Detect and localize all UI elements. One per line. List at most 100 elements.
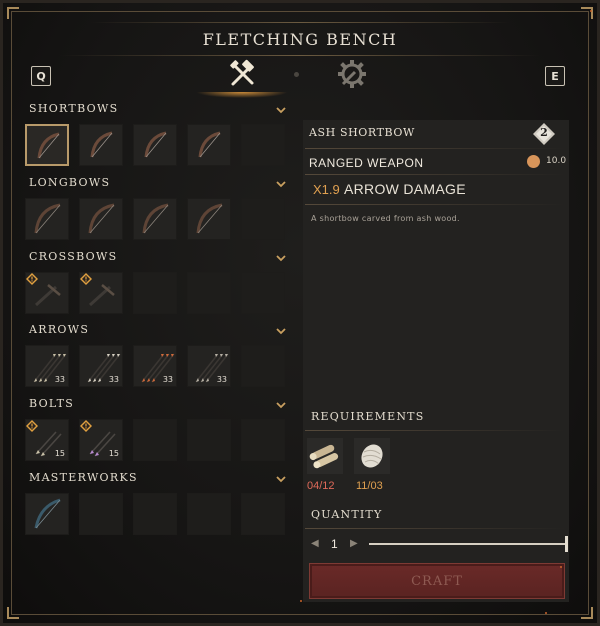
chevron-down-icon[interactable] [276, 253, 286, 263]
wool-bundle-icon [361, 444, 383, 468]
ember-particle [300, 600, 302, 602]
longbow-icon [88, 203, 115, 234]
item-slot[interactable] [79, 272, 123, 314]
empty-item-slot [241, 493, 285, 535]
item-slot[interactable]: 15 [79, 419, 123, 461]
shortbow-icon [37, 132, 60, 159]
quantity-slider[interactable] [369, 543, 567, 545]
detail-divider [305, 148, 565, 149]
tab-upgrade[interactable] [334, 56, 370, 92]
stat-name: ARROW DAMAGE [344, 181, 466, 197]
warning-icon [26, 420, 38, 432]
requirements-divider [305, 430, 565, 431]
chevron-down-icon[interactable] [276, 326, 286, 336]
next-tab-key[interactable]: E [545, 66, 565, 86]
frame-corner [581, 7, 593, 19]
empty-item-slot [187, 419, 231, 461]
empty-item-slot [241, 419, 285, 461]
empty-item-slot [241, 124, 285, 166]
shortbow-icon [90, 131, 113, 158]
item-type: RANGED WEAPON [309, 156, 424, 170]
quantity-title: QUANTITY [311, 508, 383, 521]
chevron-down-icon[interactable] [276, 179, 286, 189]
empty-item-slot [241, 198, 285, 240]
empty-item-slot [133, 419, 177, 461]
longbow-icon [34, 203, 61, 234]
detail-divider [305, 204, 565, 205]
item-slot[interactable] [187, 198, 231, 240]
empty-item-slot [133, 493, 177, 535]
ember-particle [545, 612, 547, 614]
item-count: 15 [108, 449, 119, 458]
window-title: FLETCHING BENCH [202, 30, 398, 49]
item-slot[interactable]: 33 [25, 345, 69, 387]
category-title[interactable]: ARROWS [29, 323, 89, 336]
item-count: 33 [54, 375, 65, 384]
category-title[interactable]: BOLTS [29, 397, 74, 410]
wood-logs-icon [309, 444, 339, 469]
requirements-title: REQUIREMENTS [311, 410, 425, 423]
shortbow-icon [144, 131, 167, 158]
chevron-down-icon[interactable] [276, 474, 286, 484]
item-slot[interactable] [133, 124, 177, 166]
quantity-value[interactable]: 1 [331, 537, 338, 551]
item-slot[interactable] [25, 272, 69, 314]
item-slot[interactable]: 15 [25, 419, 69, 461]
item-name: ASH SHORTBOW [309, 126, 415, 139]
header-divider [60, 55, 540, 56]
gear-wrench-icon [338, 60, 366, 88]
crafting-hammer-icon [230, 59, 254, 86]
quantity-slider-handle[interactable] [565, 536, 568, 552]
item-count: 33 [162, 375, 173, 384]
item-slot[interactable] [79, 198, 123, 240]
item-slot[interactable] [25, 198, 69, 240]
warning-icon [26, 273, 38, 285]
weight-icon [527, 155, 540, 168]
longbow-icon [142, 203, 169, 234]
requirement-count: 11/03 [356, 480, 383, 492]
ember-particle [590, 10, 592, 12]
item-slot[interactable]: 33 [79, 345, 123, 387]
empty-item-slot [241, 345, 285, 387]
longbow-icon [196, 203, 223, 234]
requirement-count: 04/12 [307, 480, 335, 492]
quantity-decrease-icon[interactable]: ◀ [311, 538, 319, 549]
item-slot[interactable] [133, 198, 177, 240]
quantity-increase-icon[interactable]: ▶ [350, 538, 358, 549]
item-count: 33 [108, 375, 119, 384]
item-slot[interactable]: 33 [187, 345, 231, 387]
item-tier: 2 [540, 126, 548, 139]
frame-corner [7, 7, 19, 19]
detail-divider [305, 174, 565, 175]
ember-particle [560, 566, 562, 568]
craft-button[interactable]: CRAFT [309, 563, 565, 599]
quantity-divider [305, 528, 565, 529]
empty-item-slot [79, 493, 123, 535]
item-count: 33 [216, 375, 227, 384]
category-title[interactable]: MASTERWORKS [29, 471, 138, 484]
item-weight: 10.0 [546, 156, 567, 166]
empty-item-slot [187, 493, 231, 535]
requirement-slot[interactable] [354, 438, 390, 474]
title-divider [90, 22, 510, 23]
category-title[interactable]: LONGBOWS [29, 176, 110, 189]
tab-crafting[interactable] [224, 56, 260, 92]
item-slot[interactable]: 33 [133, 345, 177, 387]
item-slot[interactable] [79, 124, 123, 166]
category-title[interactable]: CROSSBOWS [29, 250, 117, 263]
tab-separator-dot [294, 72, 299, 77]
chevron-down-icon[interactable] [276, 400, 286, 410]
frame-corner [581, 607, 593, 619]
item-description: A shortbow carved from ash wood. [311, 214, 460, 223]
item-slot[interactable] [187, 124, 231, 166]
active-tab-indicator [196, 92, 288, 98]
empty-item-slot [187, 272, 231, 314]
chevron-down-icon[interactable] [276, 105, 286, 115]
requirement-slot[interactable] [307, 438, 343, 474]
shortbow-icon [198, 131, 221, 158]
category-title[interactable]: SHORTBOWS [29, 102, 118, 115]
item-slot[interactable] [25, 493, 69, 535]
prev-tab-key[interactable]: Q [31, 66, 51, 86]
frame-corner [7, 607, 19, 619]
item-slot[interactable] [25, 124, 69, 166]
